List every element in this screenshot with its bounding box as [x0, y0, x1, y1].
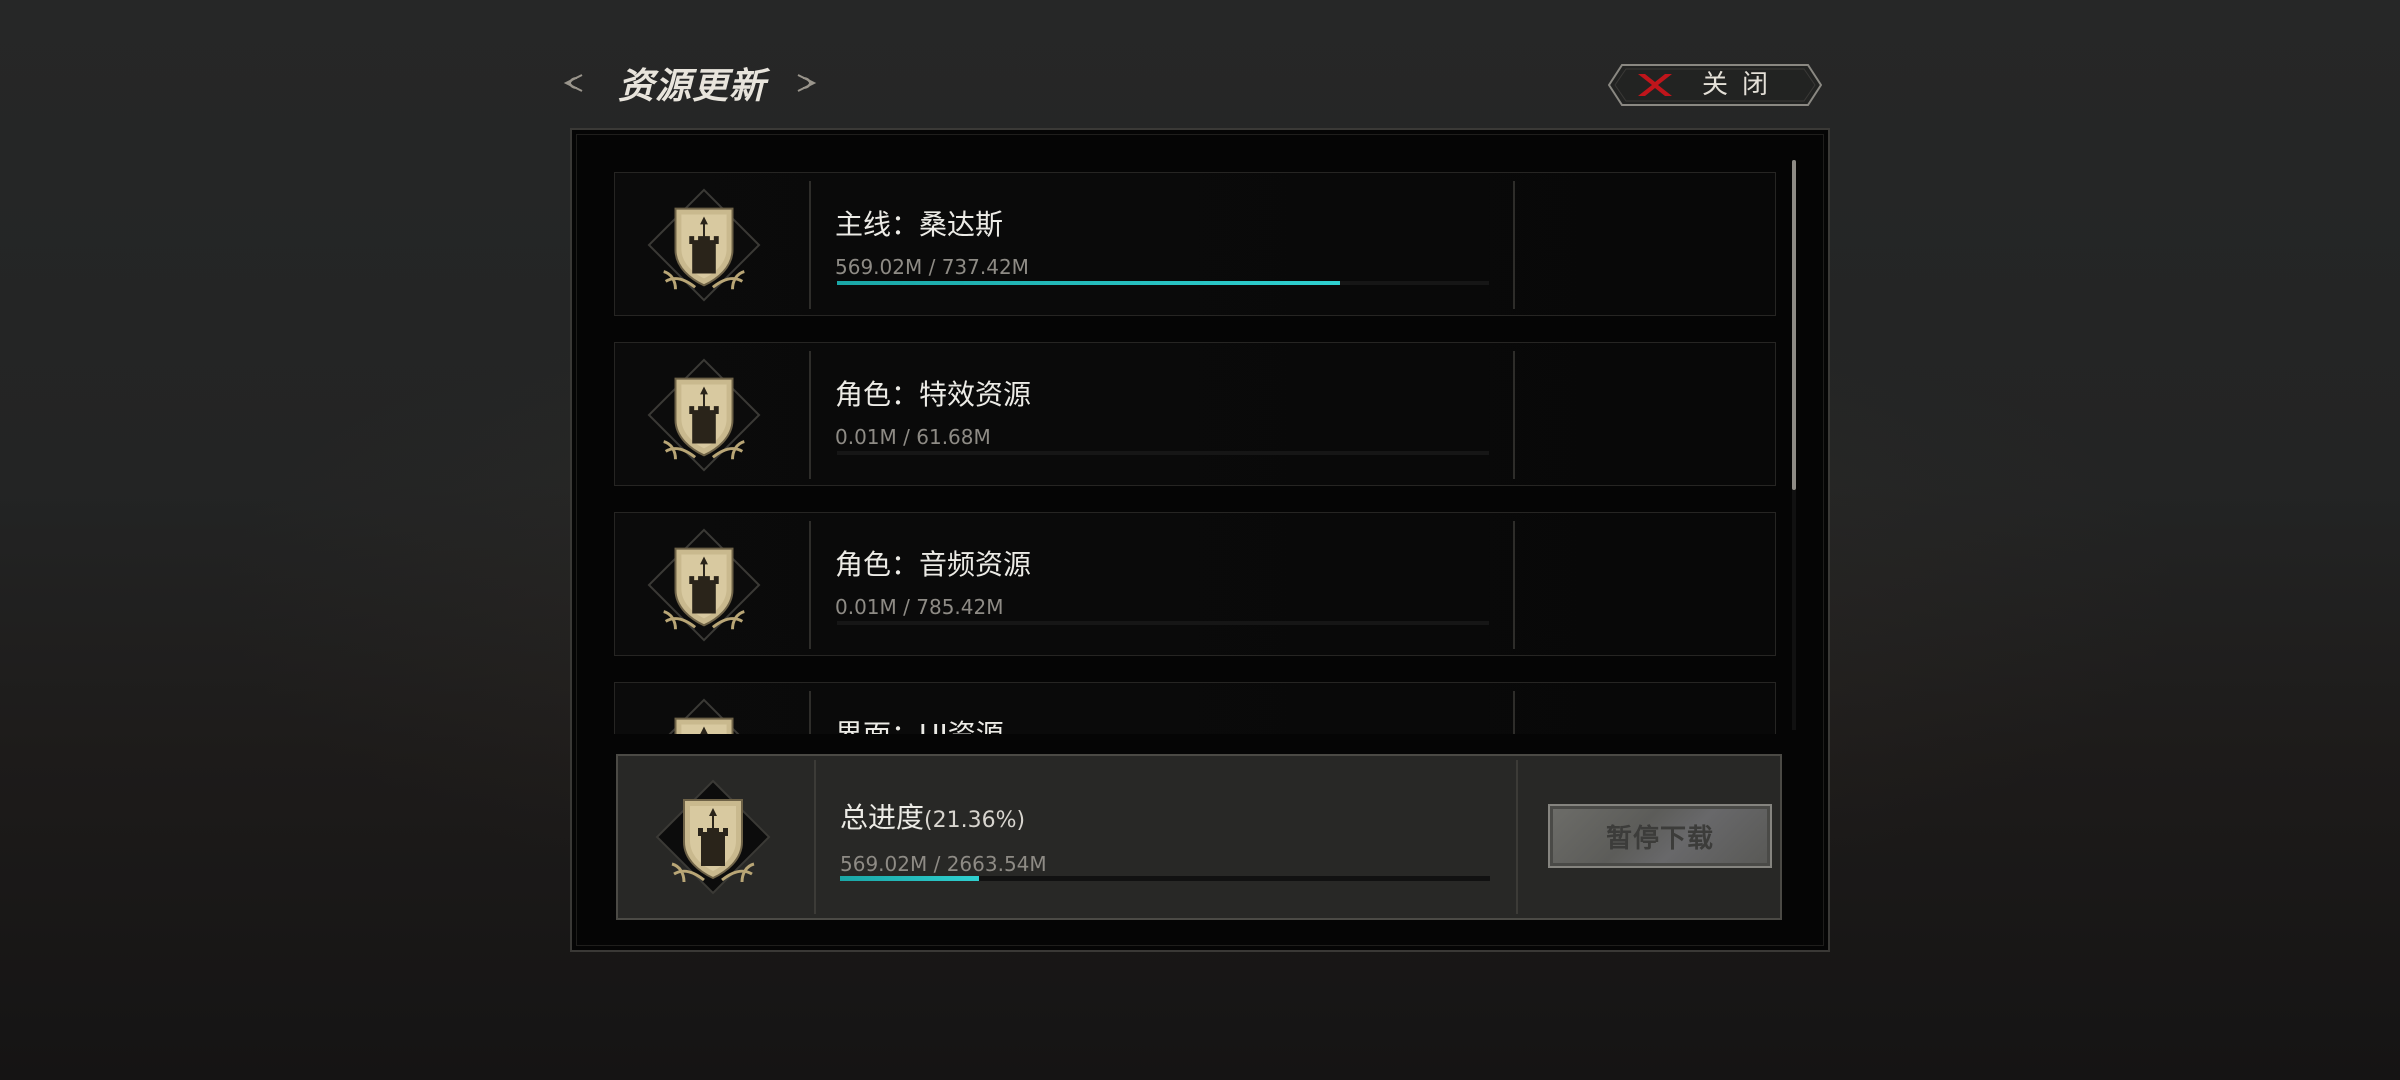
close-button[interactable]: 关闭 [1608, 64, 1822, 106]
resource-name: 界面：UI资源 [835, 713, 1004, 734]
update-panel: 主线：桑达斯 569.02M / 737.42M 角色：特效资源 0.01M / 61… [570, 128, 1830, 952]
divider [1513, 691, 1515, 734]
resource-item[interactable]: 主线：桑达斯 569.02M / 737.42M [614, 172, 1776, 316]
pause-download-label: 暂停下载 [1605, 823, 1714, 854]
total-progress-label: 总进度(21.36%) [840, 801, 1026, 834]
resource-progress-bar [837, 281, 1489, 285]
pause-download-button[interactable]: 暂停下载 [1548, 804, 1772, 868]
total-progress-section: 总进度(21.36%) 569.02M / 2663.54M 暂停下载 [616, 754, 1782, 920]
total-progress-bar [840, 876, 1490, 881]
divider [809, 181, 811, 309]
total-progress-size: 569.02M / 2663.54M [840, 852, 1047, 876]
total-progress-percent: (21.36%) [924, 808, 1026, 833]
ornament-left-icon [560, 70, 586, 96]
resource-size: 569.02M / 737.42M [835, 255, 1029, 279]
resource-item[interactable]: 角色：特效资源 0.01M / 61.68M [614, 342, 1776, 486]
castle-crest-icon [647, 188, 761, 302]
castle-crest-icon [647, 528, 761, 642]
castle-crest-icon [655, 779, 771, 895]
resource-name: 主线：桑达斯 [835, 208, 1004, 241]
header: 资源更新 [560, 58, 820, 108]
ornament-right-icon [794, 70, 820, 96]
divider [1513, 181, 1515, 309]
resource-name: 角色：特效资源 [835, 378, 1032, 411]
resource-size: 0.01M / 785.42M [835, 595, 1004, 619]
scrollbar-thumb[interactable] [1792, 160, 1796, 490]
close-x-icon [1638, 74, 1672, 96]
resource-progress-bar [837, 451, 1489, 455]
resource-list[interactable]: 主线：桑达斯 569.02M / 737.42M 角色：特效资源 0.01M / 61… [614, 172, 1776, 734]
resource-size: 0.01M / 61.68M [835, 425, 991, 449]
resource-update-screen: 资源更新 关闭 主线：桑达斯 569.02M / 737.42M 角色：特效资源 0.… [0, 0, 2400, 1080]
divider [809, 351, 811, 479]
divider [1513, 351, 1515, 479]
page-title: 资源更新 [618, 65, 767, 107]
divider [814, 760, 816, 914]
castle-crest-icon [647, 358, 761, 472]
castle-crest-icon [668, 698, 740, 734]
divider [809, 521, 811, 649]
total-progress-fill [840, 876, 979, 881]
resource-name: 角色：音频资源 [835, 548, 1032, 581]
resource-progress-fill [837, 281, 1341, 285]
close-label: 关闭 [1702, 70, 1783, 100]
divider [1516, 760, 1518, 914]
resource-progress-bar [837, 621, 1489, 625]
divider [1513, 521, 1515, 649]
resource-item[interactable]: 界面：UI资源 [614, 682, 1776, 734]
divider [809, 691, 811, 734]
scrollbar[interactable] [1792, 160, 1796, 730]
resource-item[interactable]: 角色：音频资源 0.01M / 785.42M [614, 512, 1776, 656]
